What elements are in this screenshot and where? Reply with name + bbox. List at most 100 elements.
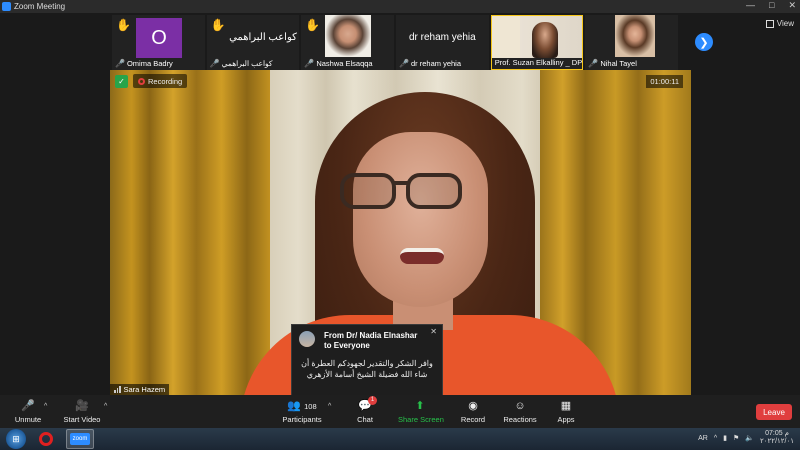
record-dot-icon [138, 77, 145, 85]
participant-thumbnail[interactable]: 🎤 Nihal Tayel [585, 15, 679, 70]
recording-label: Recording [148, 76, 183, 86]
chat-notification[interactable]: ✕ From Dr/ Nadia Elnashar to Everyone وا… [291, 324, 443, 400]
apps-label: Apps [557, 415, 575, 424]
avatar: O [136, 18, 182, 58]
clock-time: 07:05 م [765, 430, 789, 437]
start-video-label: Start Video [63, 415, 101, 424]
record-label: Record [460, 415, 486, 424]
meeting-timer: 01:00:11 [646, 75, 683, 88]
speaker-name-tag: Sara Hazem [110, 384, 170, 395]
mic-off-icon: 🎤 [115, 59, 125, 68]
chat-unread-badge: 1 [368, 396, 377, 405]
taskbar-opera[interactable] [32, 429, 60, 449]
participants-button[interactable]: 👥 108 Participants [280, 399, 324, 424]
participant-thumbnail[interactable]: Prof. Suzan Elkalliny _ DP [490, 15, 584, 70]
mic-off-icon: 🎤 [399, 59, 409, 68]
speaker-mouth [400, 248, 444, 264]
window-title: Zoom Meeting [14, 2, 66, 11]
mic-off-icon: 🎤 [21, 400, 35, 412]
speaker-name: Sara Hazem [123, 385, 166, 394]
chat-sender: From Dr/ Nadia Elnashar to Everyone [324, 331, 418, 351]
close-icon[interactable]: ✕ [430, 327, 437, 336]
raised-hand-icon: ✋ [210, 18, 226, 32]
reactions-button[interactable]: ☺ Reactions [503, 399, 537, 424]
participants-count: 108 [304, 402, 317, 411]
raised-hand-icon: ✋ [116, 18, 131, 32]
participant-label: 🎤 Nihal Tayel [588, 59, 637, 68]
video-off-icon: 🎥 [75, 400, 89, 412]
participant-strip: ✋ O 🎤 Omima Badry ✋ كواعب البراهمي 🎤 كوا… [112, 15, 679, 70]
participant-thumbnail[interactable]: dr reham yehia 🎤 dr reham yehia [396, 15, 489, 70]
participants-label: Participants [282, 415, 322, 424]
meeting-stage: ✋ O 🎤 Omima Badry ✋ كواعب البراهمي 🎤 كوا… [0, 13, 800, 400]
chevron-right-icon: ❯ [699, 36, 709, 49]
participant-thumbnail[interactable]: ✋ O 🎤 Omima Badry [112, 15, 205, 70]
zoom-icon: zoom [70, 433, 90, 445]
view-button[interactable]: View [765, 19, 794, 28]
participant-thumbnail[interactable]: ✋ كواعب البراهمي 🎤 كواعب البراهمي [206, 15, 300, 70]
chat-message: وافر الشكر والتقدير لجهودكم العطرة أن شا… [301, 358, 433, 379]
opera-icon [39, 432, 53, 446]
chat-button[interactable]: 💬 1 Chat [354, 396, 377, 424]
reactions-label: Reactions [503, 415, 537, 424]
share-screen-label: Share Screen [398, 415, 444, 424]
windows-taskbar: ⊞ zoom AR ^ ▮ ⚑ 🔈 07:05 م ٢٠٢٢/١٢/٠١ [0, 428, 800, 450]
language-indicator[interactable]: AR [698, 435, 708, 442]
unmute-label: Unmute [14, 415, 42, 424]
participant-label: 🎤 كواعب البراهمي [210, 59, 273, 68]
start-video-button[interactable]: 🎥 Start Video [62, 399, 102, 424]
encryption-shield-icon[interactable]: ✓ [115, 75, 128, 88]
participant-label: Prof. Suzan Elkalliny _ DP [495, 58, 583, 67]
participant-name: Nihal Tayel [600, 59, 637, 68]
close-window-icon[interactable]: ✕ [788, 0, 796, 11]
minimize-icon[interactable]: — [746, 0, 755, 11]
volume-icon[interactable]: 🔈 [745, 434, 754, 442]
next-page-button[interactable]: ❯ [695, 33, 713, 51]
taskbar-zoom[interactable]: zoom [66, 429, 94, 449]
participant-label: 🎤 Nashwa Elsaqqa [304, 59, 372, 68]
participant-photo [531, 22, 558, 58]
view-label: View [776, 19, 794, 28]
flag-icon[interactable]: ⚑ [733, 434, 739, 442]
participant-label: 🎤 dr reham yehia [399, 59, 461, 68]
participants-caret-icon[interactable]: ^ [328, 403, 331, 410]
title-bar: Zoom Meeting — □ ✕ [0, 0, 800, 13]
participant-display-name: dr reham yehia [409, 32, 476, 43]
record-icon: ◉ [468, 400, 478, 412]
maximize-icon[interactable]: □ [769, 0, 774, 11]
leave-button[interactable]: Leave [756, 404, 792, 420]
unmute-button[interactable]: 🎤 Unmute [10, 399, 46, 424]
participant-name: dr reham yehia [410, 59, 462, 68]
participants-icon: 👥 [287, 400, 302, 412]
participant-name: Omima Badry [126, 59, 173, 68]
video-options-caret-icon[interactable]: ^ [104, 403, 107, 410]
network-icon[interactable]: ▮ [723, 434, 727, 442]
participant-name: Nashwa Elsaqqa [316, 59, 373, 68]
clock[interactable]: 07:05 م ٢٠٢٢/١٢/٠١ [760, 430, 794, 446]
clock-date: ٢٠٢٢/١٢/٠١ [760, 438, 794, 446]
background-curtain-left [110, 70, 290, 395]
share-screen-button[interactable]: ⬆ Share Screen [398, 399, 444, 424]
apps-button[interactable]: ▦ Apps [555, 399, 577, 424]
audio-options-caret-icon[interactable]: ^ [44, 403, 47, 410]
start-button[interactable]: ⊞ [6, 429, 26, 449]
system-tray: AR ^ ▮ ⚑ 🔈 07:05 م ٢٠٢٢/١٢/٠١ [698, 430, 794, 446]
apps-icon: ▦ [560, 400, 572, 412]
mic-off-icon: 🎤 [304, 59, 315, 68]
show-hidden-icons-icon[interactable]: ^ [714, 435, 717, 442]
participant-name: Prof. Suzan Elkalliny _ DP [494, 58, 583, 67]
share-screen-icon: ⬆ [415, 400, 425, 412]
recording-indicator[interactable]: Recording [133, 74, 188, 88]
record-button[interactable]: ◉ Record [460, 399, 486, 424]
participant-photo [615, 15, 656, 57]
mic-off-icon: 🎤 [209, 59, 220, 68]
raised-hand-icon: ✋ [305, 18, 321, 32]
speaker-face [353, 132, 488, 307]
signal-bars-icon [114, 386, 121, 393]
window-controls: — □ ✕ [746, 0, 796, 11]
participant-thumbnail[interactable]: ✋ 🎤 Nashwa Elsaqqa [301, 15, 395, 70]
windows-logo-icon: ⊞ [12, 433, 20, 444]
participant-label: 🎤 Omima Badry [115, 59, 173, 68]
grid-view-icon [765, 19, 774, 28]
participant-name: كواعب البراهمي [221, 59, 273, 68]
